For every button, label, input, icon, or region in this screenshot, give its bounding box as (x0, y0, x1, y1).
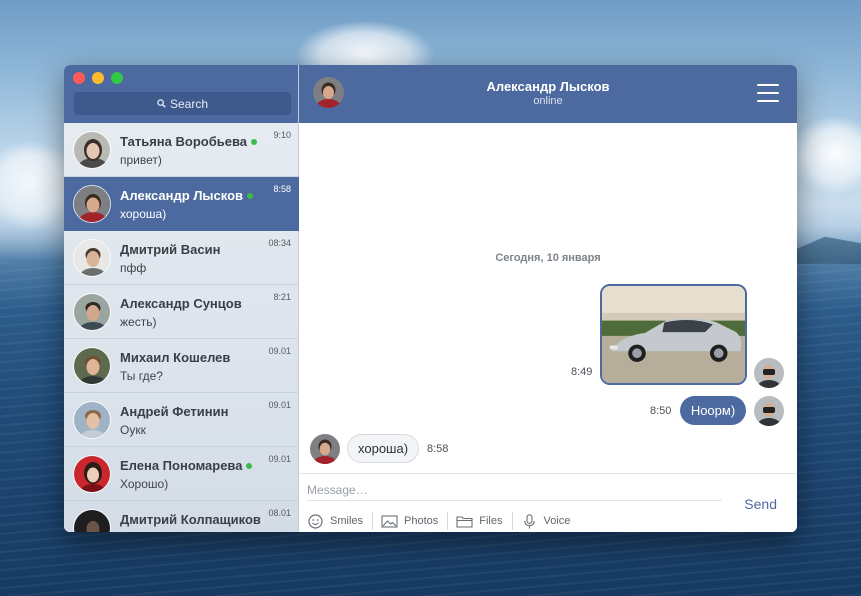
chat-preview: Ты где? (120, 369, 163, 383)
avatar (73, 185, 111, 223)
send-button[interactable]: Send (744, 496, 777, 512)
voice-label: Voice (543, 515, 571, 527)
chat-name: Александр Лысков (120, 188, 254, 203)
menu-icon[interactable] (757, 84, 779, 102)
chat-item[interactable]: Татьяна Воробьева привет) 9:10 (64, 123, 299, 177)
chat-preview: Хорошо) (120, 477, 169, 491)
date-separator: Сегодня, 10 января (495, 252, 601, 264)
search-field[interactable]: Search (74, 92, 291, 115)
avatar (73, 131, 111, 169)
chat-list: Татьяна Воробьева привет) 9:10 Александр… (64, 123, 299, 532)
files-label: Files (479, 515, 503, 527)
online-indicator (251, 138, 257, 145)
chat-name: Андрей Фетинин (120, 404, 229, 419)
online-indicator (246, 462, 253, 469)
folder-icon (456, 515, 473, 528)
chat-time: 8:21 (273, 292, 291, 302)
chat-item[interactable]: Андрей Фетинин Оукк 09.01 (64, 393, 299, 447)
chat-preview: хороша) (120, 207, 167, 221)
car-photo (602, 286, 745, 383)
photos-label: Photos (404, 515, 439, 527)
chat-item[interactable]: Дмитрий Колпащиков 08.01 (64, 501, 299, 532)
smiles-label: Smiles (330, 515, 364, 527)
contact-message-avatar (310, 434, 340, 464)
avatar (73, 239, 111, 277)
chat-name: Михаил Кошелев (120, 350, 231, 365)
chat-name: Александр Сунцов (120, 296, 242, 311)
chat-item[interactable]: Елена Пономарева Хорошо) 09.01 (64, 447, 299, 501)
chat-name: Татьяна Воробьева (120, 134, 257, 149)
photos-button[interactable]: Photos (372, 512, 447, 530)
photo-icon (381, 514, 398, 528)
avatar (73, 509, 111, 532)
chat-preview: Оукк (120, 423, 146, 437)
incoming-message[interactable]: хороша) (347, 434, 420, 463)
search-label: Search (169, 96, 209, 111)
chat-time: 08:34 (268, 238, 291, 248)
window-controls (73, 72, 123, 84)
chat-preview: жесть) (120, 315, 157, 329)
zoom-window-button[interactable] (111, 72, 123, 84)
conversation-pane: Александр Лысков online Сегодня, 10 янва… (299, 65, 797, 532)
avatar (73, 455, 111, 493)
search-icon (157, 99, 166, 108)
chat-time: 09.01 (268, 454, 291, 464)
minimize-window-button[interactable] (92, 72, 104, 84)
contact-name: Александр Лысков (486, 79, 610, 94)
avatar (73, 401, 111, 439)
my-avatar (754, 396, 784, 426)
chat-item[interactable]: Александр Лысков хороша) 8:58 (64, 177, 299, 231)
microphone-icon (523, 513, 535, 528)
chat-time: 08.01 (268, 508, 291, 518)
voice-button[interactable]: Voice (511, 512, 580, 530)
avatar (73, 293, 111, 331)
avatar (73, 347, 111, 385)
chat-name: Дмитрий Васин (120, 242, 221, 257)
outgoing-message[interactable]: Ноорм) (680, 396, 746, 425)
chat-time: 9:10 (273, 130, 291, 140)
smile-icon (308, 513, 323, 529)
chat-item[interactable]: Дмитрий Васин пфф 08:34 (64, 231, 299, 285)
my-avatar (754, 358, 784, 388)
contact-status: online (533, 95, 563, 107)
close-window-button[interactable] (73, 72, 85, 84)
smiles-button[interactable]: Smiles (305, 512, 372, 530)
chat-item[interactable]: Александр Сунцов жесть) 8:21 (64, 285, 299, 339)
messenger-window: Search Татьяна Воробьева привет) 9:10 Ал… (64, 65, 797, 532)
chat-time: 09.01 (268, 400, 291, 410)
chat-name: Елена Пономарева (120, 458, 253, 473)
message-time: 8:50 (650, 405, 672, 417)
chat-time: 8:58 (273, 184, 291, 194)
composer-tools: Smiles Photos Files Voice (305, 512, 579, 530)
message-time: 8:49 (571, 366, 593, 378)
message-input[interactable] (307, 479, 722, 501)
chat-name: Дмитрий Колпащиков (120, 512, 261, 527)
chat-preview: пфф (120, 261, 147, 275)
photo-message[interactable] (600, 284, 747, 385)
message-area: Сегодня, 10 января 8:49 8:50 Ноорм) хоро… (299, 123, 797, 473)
files-button[interactable]: Files (447, 512, 511, 530)
sidebar-toolbar: Search (64, 65, 298, 123)
composer: Send Smiles Photos Files Voice (299, 473, 797, 532)
conversation-header: Александр Лысков online (299, 65, 797, 123)
chat-time: 09.01 (268, 346, 291, 356)
message-time: 8:58 (427, 443, 449, 455)
chat-item[interactable]: Михаил Кошелев Ты где? 09.01 (64, 339, 299, 393)
online-indicator (247, 192, 254, 199)
chat-preview: привет) (120, 153, 162, 167)
sidebar: Search Татьяна Воробьева привет) 9:10 Ал… (64, 65, 299, 532)
